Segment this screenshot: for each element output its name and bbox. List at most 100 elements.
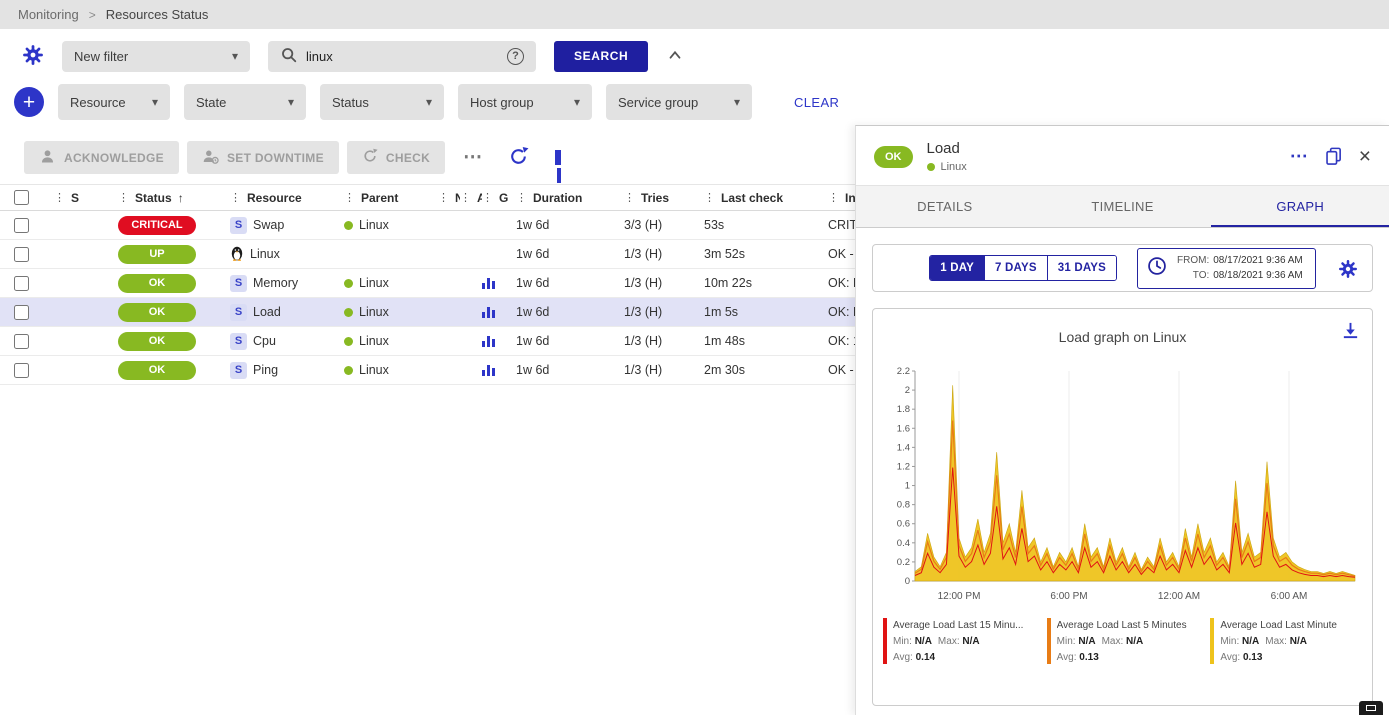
parent-name[interactable]: Linux (359, 218, 389, 232)
svg-text:12:00 AM: 12:00 AM (1158, 591, 1200, 602)
column-header-g[interactable]: ⋮ G (482, 191, 516, 205)
legend-item[interactable]: Average Load Last 5 Minutes Min: N/AMax:… (1047, 618, 1199, 666)
column-header-severity[interactable]: ⋮ S (54, 191, 118, 205)
drag-handle-icon[interactable]: ⋮ (438, 191, 449, 204)
column-header-resource[interactable]: ⋮ Resource (230, 191, 344, 205)
refresh-button[interactable] (500, 146, 537, 170)
search-input[interactable] (306, 49, 499, 64)
column-header-parent[interactable]: ⋮ Parent (344, 191, 438, 205)
panel-tabs: DETAILS TIMELINE GRAPH (856, 185, 1389, 228)
legend-color-bar (1210, 618, 1214, 664)
resource-name[interactable]: Swap (253, 218, 284, 232)
row-checkbox[interactable] (14, 334, 29, 349)
drag-handle-icon[interactable]: ⋮ (482, 191, 493, 204)
svg-text:0.4: 0.4 (897, 538, 910, 549)
parent-name[interactable]: Linux (359, 334, 389, 348)
resource-name[interactable]: Ping (253, 363, 278, 377)
filter-settings-button[interactable] (22, 44, 44, 69)
drag-handle-icon[interactable]: ⋮ (118, 191, 129, 204)
panel-close-button[interactable]: × (1359, 146, 1371, 167)
drag-handle-icon[interactable]: ⋮ (704, 191, 715, 204)
filter-select-host-group[interactable]: Host group ▾ (458, 84, 592, 120)
column-header-a[interactable]: ⋮ A (460, 191, 482, 205)
time-range-31-days-button[interactable]: 31 DAYS (1048, 256, 1116, 280)
filter-select-resource[interactable]: Resource ▾ (58, 84, 170, 120)
parent-name[interactable]: Linux (359, 363, 389, 377)
resource-name[interactable]: Cpu (253, 334, 276, 348)
select-all-checkbox[interactable] (14, 190, 29, 205)
chevron-down-icon: ▾ (416, 95, 432, 109)
load-graph[interactable]: 12:00 PM6:00 PM12:00 AM6:00 AM00.20.40.6… (881, 359, 1364, 612)
time-range-card: 1 DAY 7 DAYS 31 DAYS FROM:08/17/2021 9:3… (872, 244, 1373, 292)
duration-value: 1w 6d (516, 247, 549, 261)
tab-details[interactable]: DETAILS (856, 186, 1034, 227)
row-checkbox[interactable] (14, 363, 29, 378)
more-icon: ⋯ (1290, 146, 1308, 167)
graph-settings-button[interactable] (1338, 259, 1358, 282)
filter-select-service-group[interactable]: Service group ▾ (606, 84, 752, 120)
search-button[interactable]: SEARCH (554, 41, 648, 72)
add-filter-button[interactable]: + (14, 87, 44, 117)
filter-select-status[interactable]: Status ▾ (320, 84, 444, 120)
graph-available-icon (482, 278, 495, 289)
duration-value: 1w 6d (516, 276, 549, 290)
export-graph-button[interactable] (1341, 321, 1360, 343)
saved-filter-select[interactable]: New filter ▾ (62, 41, 250, 72)
drag-handle-icon[interactable]: ⋮ (828, 191, 839, 204)
status-badge: UP (118, 245, 196, 264)
collapse-filters-button[interactable] (666, 46, 684, 67)
tab-graph[interactable]: GRAPH (1211, 186, 1389, 227)
column-header-last-check[interactable]: ⋮ Last check (704, 191, 828, 205)
column-header-duration[interactable]: ⋮ Duration (516, 191, 624, 205)
filter-select-state[interactable]: State ▾ (184, 84, 306, 120)
set-downtime-button[interactable]: SET DOWNTIME (187, 141, 339, 174)
column-header-n[interactable]: ⋮ N (438, 191, 460, 205)
panel-more-button[interactable]: ⋯ (1290, 146, 1308, 167)
host-status-dot (927, 163, 935, 171)
linux-penguin-icon (230, 245, 244, 264)
acknowledge-button[interactable]: ACKNOWLEDGE (24, 141, 179, 174)
check-refresh-icon (362, 148, 378, 167)
more-actions-button[interactable]: ⋯ (453, 146, 492, 169)
copy-link-button[interactable] (1324, 146, 1343, 168)
legend-item[interactable]: Average Load Last 15 Minu... Min: N/AMax… (883, 618, 1035, 666)
parent-name[interactable]: Linux (359, 305, 389, 319)
pause-refresh-button[interactable] (545, 150, 569, 165)
drag-handle-icon[interactable]: ⋮ (516, 191, 527, 204)
drag-handle-icon[interactable]: ⋮ (54, 191, 65, 204)
time-range-7-days-button[interactable]: 7 DAYS (985, 256, 1048, 280)
resource-name[interactable]: Load (253, 305, 281, 319)
help-icon[interactable]: ? (507, 48, 524, 65)
check-button[interactable]: CHECK (347, 141, 445, 174)
parent-status-dot (344, 366, 353, 375)
drag-handle-icon[interactable]: ⋮ (344, 191, 355, 204)
svg-text:12:00 PM: 12:00 PM (938, 591, 981, 602)
drag-handle-icon[interactable]: ⋮ (460, 191, 471, 204)
clock-icon (1146, 255, 1168, 282)
column-header-status[interactable]: ⋮ Status ↑ (118, 191, 230, 205)
drag-handle-icon[interactable]: ⋮ (624, 191, 635, 204)
clear-filters-button[interactable]: CLEAR (794, 95, 839, 110)
row-checkbox[interactable] (14, 276, 29, 291)
row-checkbox[interactable] (14, 305, 29, 320)
feedback-widget[interactable] (1359, 701, 1383, 715)
row-checkbox[interactable] (14, 218, 29, 233)
tab-timeline[interactable]: TIMELINE (1034, 186, 1212, 227)
graph-available-icon (482, 365, 495, 376)
from-date: FROM:08/17/2021 9:36 AM (1177, 253, 1303, 269)
duration-value: 1w 6d (516, 363, 549, 377)
tries-value: 1/3 (H) (624, 305, 662, 319)
drag-handle-icon[interactable]: ⋮ (230, 191, 241, 204)
resource-name[interactable]: Memory (253, 276, 298, 290)
breadcrumb-item-monitoring[interactable]: Monitoring (18, 7, 79, 22)
last-check-value: 3m 52s (704, 247, 745, 261)
column-header-tries[interactable]: ⋮ Tries (624, 191, 704, 205)
load-graph-canvas[interactable]: 12:00 PM6:00 PM12:00 AM6:00 AM00.20.40.6… (881, 359, 1365, 607)
breadcrumb-item-resources-status[interactable]: Resources Status (106, 7, 209, 22)
parent-name[interactable]: Linux (359, 276, 389, 290)
custom-time-range-button[interactable]: FROM:08/17/2021 9:36 AM TO:08/18/2021 9:… (1137, 248, 1316, 289)
time-range-1-day-button[interactable]: 1 DAY (930, 256, 985, 280)
legend-item[interactable]: Average Load Last Minute Min: N/AMax: N/… (1210, 618, 1362, 666)
row-checkbox[interactable] (14, 247, 29, 262)
resource-name[interactable]: Linux (250, 247, 280, 261)
